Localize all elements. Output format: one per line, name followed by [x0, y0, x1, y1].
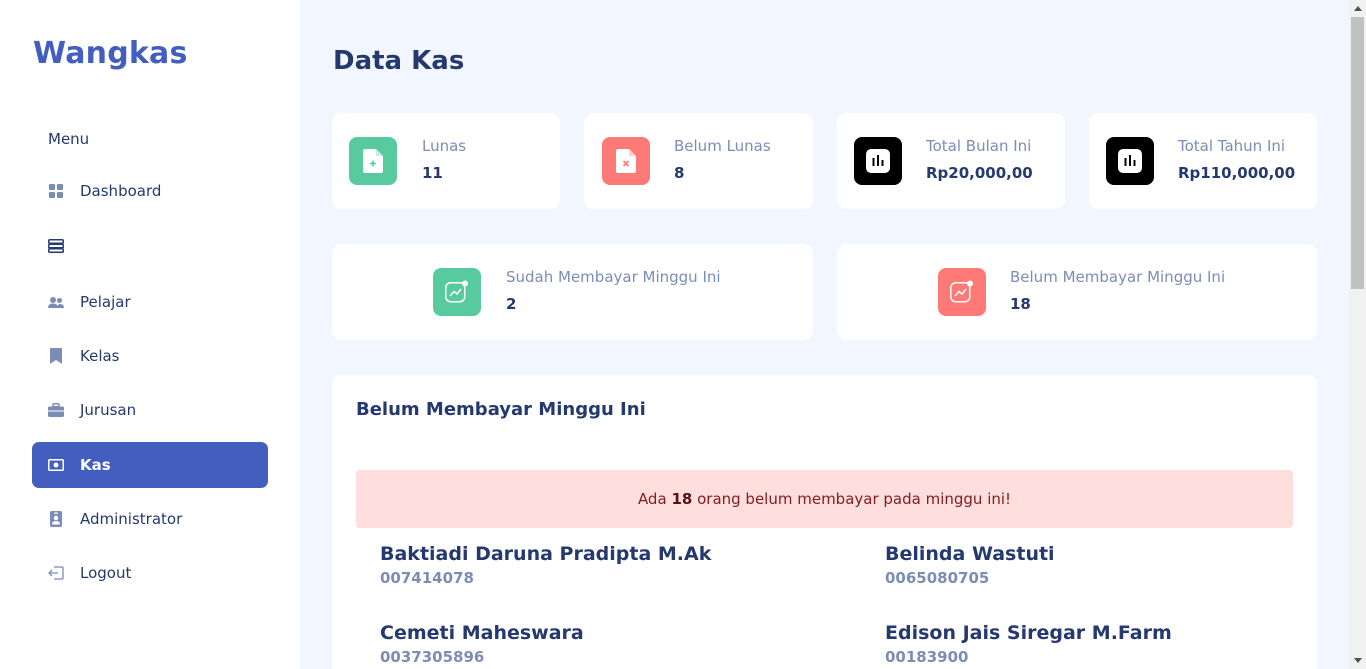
bar-chart-icon [854, 137, 902, 185]
stat-card-sudah-membayar: Sudah Membayar Minggu Ini 2 [332, 244, 813, 340]
student-nis: 0065080705 [885, 569, 990, 587]
sidebar-item-label: Jurusan [80, 401, 137, 419]
stat-label: Sudah Membayar Minggu Ini [506, 268, 721, 286]
file-x-icon [602, 137, 650, 185]
alert-prefix: Ada [637, 490, 667, 508]
person-badge-icon [48, 511, 64, 527]
sidebar-item-label: Pelajar [80, 293, 131, 311]
brand-logo[interactable]: Wangkas [33, 36, 188, 71]
stat-label: Lunas [422, 137, 467, 155]
sidebar-item-jurusan[interactable]: Jurusan [32, 387, 268, 433]
stat-label: Belum Membayar Minggu Ini [1010, 268, 1226, 286]
cash-icon [48, 457, 64, 473]
stat-value: 11 [422, 164, 443, 182]
student-name: Belinda Wastuti [885, 543, 1055, 565]
alert-unpaid: Ada 18 orang belum membayar pada minggu … [356, 470, 1293, 528]
stat-value: 2 [506, 295, 517, 313]
student-name: Baktiadi Daruna Pradipta M.Ak [380, 543, 712, 565]
sidebar-item-label: Dashboard [80, 182, 162, 200]
alert-suffix: orang belum membayar pada minggu ini! [697, 490, 1012, 508]
student-name: Edison Jais Siregar M.Farm [885, 622, 1172, 644]
list-item: Edison Jais Siregar M.Farm 00183900 [885, 622, 1172, 666]
sidebar-item-pelajar[interactable]: Pelajar [32, 279, 268, 325]
sidebar: Wangkas Menu Dashboard Pelajar Kelas Jur… [0, 0, 300, 669]
stack-icon [48, 238, 64, 254]
scroll-down-arrow-icon[interactable] [1349, 652, 1366, 669]
briefcase-icon [48, 402, 64, 418]
stat-value: 18 [1010, 295, 1031, 313]
stat-card-total-bulan: Total Bulan Ini Rp20,000,00 [837, 113, 1065, 209]
list-title: Belum Membayar Minggu Ini [356, 399, 646, 420]
bar-chart-icon [1106, 137, 1154, 185]
list-item: Baktiadi Daruna Pradipta M.Ak 007414078 [380, 543, 711, 587]
file-plus-icon [349, 137, 397, 185]
alert-count: 18 [671, 490, 693, 508]
stat-card-lunas: Lunas 11 [332, 113, 560, 209]
stat-value: Rp110,000,00 [1178, 164, 1296, 182]
unpaid-list-card: Belum Membayar Minggu Ini Ada 18 orang b… [332, 375, 1317, 669]
stat-card-belum-membayar: Belum Membayar Minggu Ini 18 [837, 244, 1317, 340]
scroll-up-arrow-icon[interactable] [1349, 0, 1366, 17]
stat-card-belum-lunas: Belum Lunas 8 [584, 113, 813, 209]
sidebar-item-label: Administrator [80, 510, 183, 528]
stat-value: Rp20,000,00 [926, 164, 1033, 182]
list-item: Cemeti Maheswara 0037305896 [380, 622, 584, 666]
page-title: Data Kas [333, 46, 465, 76]
stat-label: Total Tahun Ini [1178, 137, 1286, 155]
logout-icon [48, 565, 64, 581]
student-nis: 0037305896 [380, 648, 485, 666]
scrollbar-thumb[interactable] [1351, 17, 1364, 289]
sidebar-item-stack[interactable] [32, 223, 268, 269]
sidebar-item-dashboard[interactable]: Dashboard [32, 168, 268, 214]
sidebar-item-label: Logout [80, 564, 132, 582]
page-scrollbar[interactable] [1349, 0, 1366, 669]
grid-icon [48, 183, 64, 199]
stat-value: 8 [674, 164, 685, 182]
sidebar-item-kas[interactable]: Kas [32, 442, 268, 488]
sidebar-item-administrator[interactable]: Administrator [32, 496, 268, 542]
stat-card-total-tahun: Total Tahun Ini Rp110,000,00 [1089, 113, 1317, 209]
sidebar-item-label: Kas [80, 456, 111, 474]
graph-up-icon [938, 268, 986, 316]
sidebar-item-label: Kelas [80, 347, 120, 365]
bookmark-icon [48, 348, 64, 364]
graph-up-icon [433, 268, 481, 316]
stat-label: Belum Lunas [674, 137, 771, 155]
student-nis: 007414078 [380, 569, 474, 587]
menu-title: Menu [48, 130, 90, 148]
stat-label: Total Bulan Ini [926, 137, 1032, 155]
list-item: Belinda Wastuti 0065080705 [885, 543, 1055, 587]
student-name: Cemeti Maheswara [380, 622, 584, 644]
people-icon [48, 294, 64, 310]
student-nis: 00183900 [885, 648, 969, 666]
sidebar-item-kelas[interactable]: Kelas [32, 333, 268, 379]
sidebar-item-logout[interactable]: Logout [32, 550, 268, 596]
